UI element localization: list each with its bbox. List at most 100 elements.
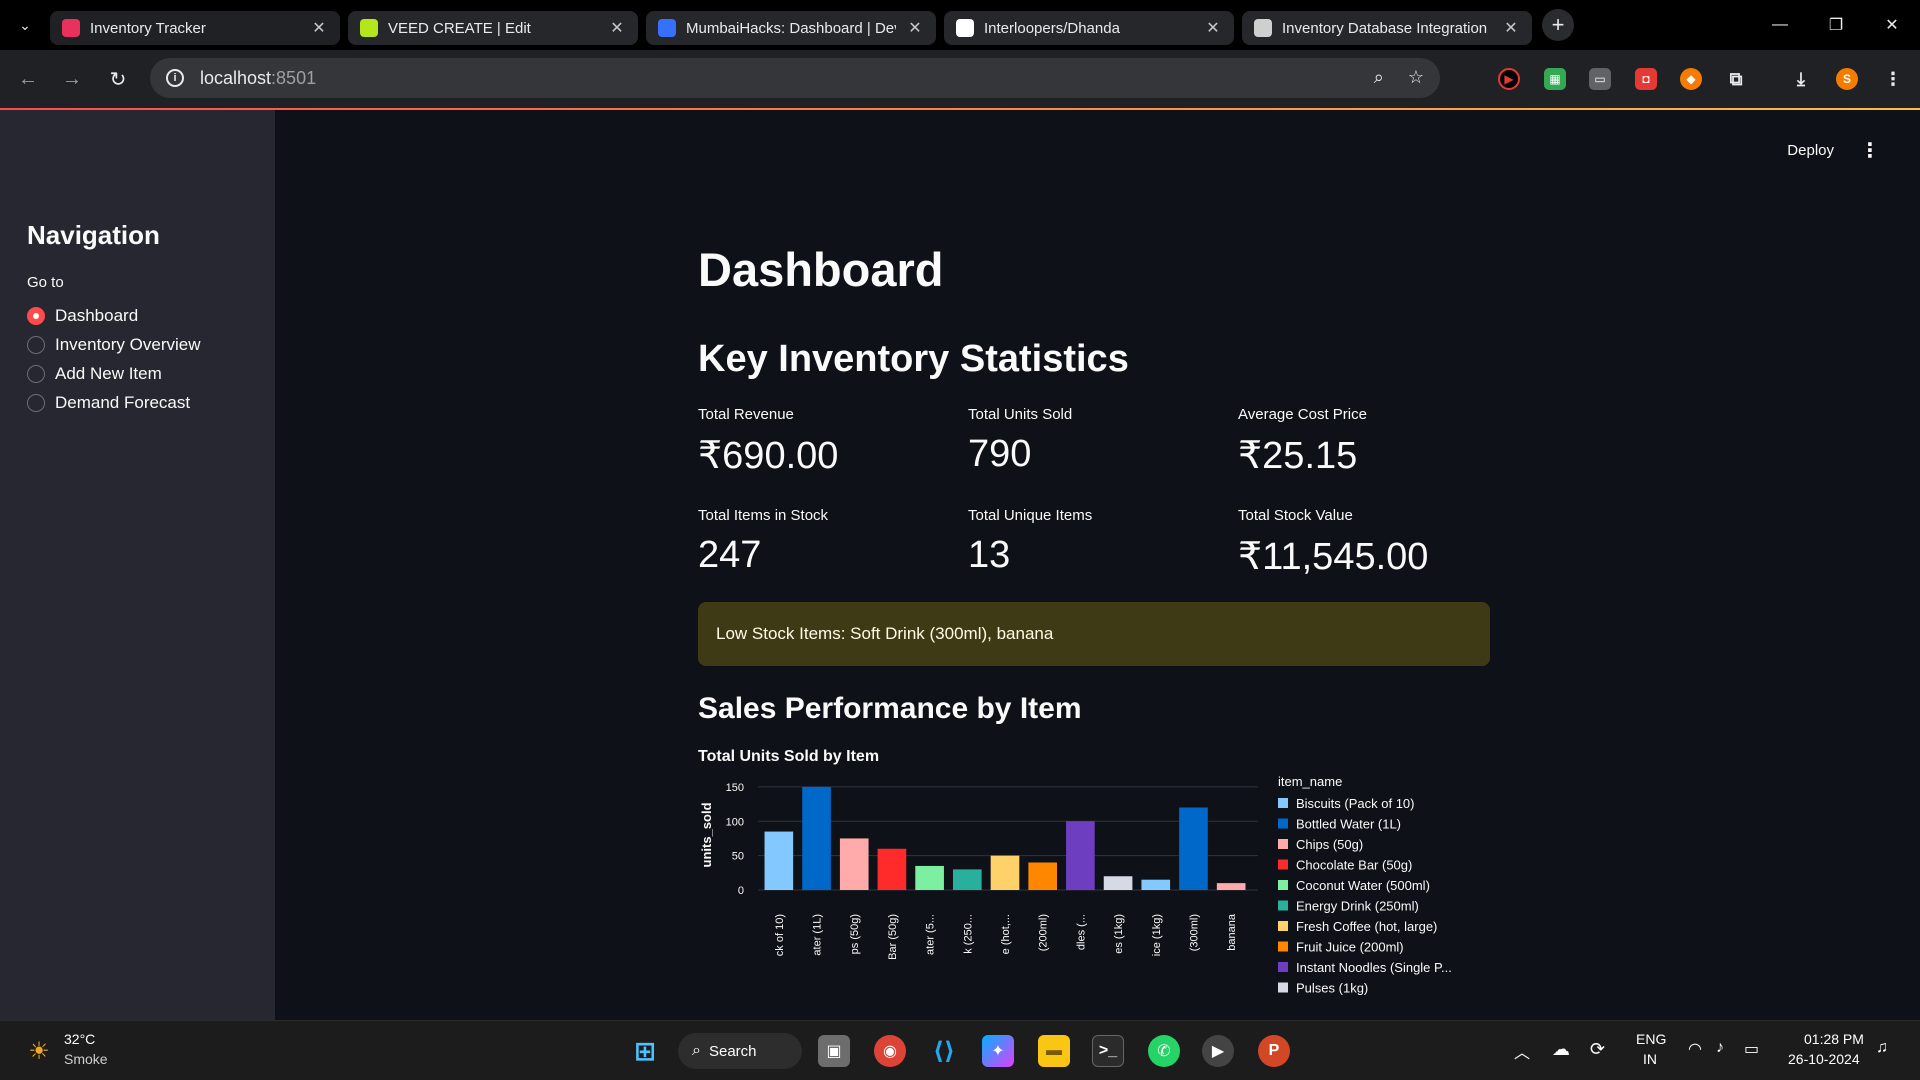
- sheets-extension-icon[interactable]: ▦: [1544, 68, 1566, 90]
- browser-tab[interactable]: VEED CREATE | Edit ✕: [348, 11, 638, 45]
- volume-icon[interactable]: ♪: [1716, 1039, 1724, 1057]
- clock-time[interactable]: 01:28 PM: [1804, 1031, 1864, 1047]
- battery-icon[interactable]: ▭: [1744, 1039, 1759, 1059]
- x-tick-label: e (hot,...: [1000, 914, 1012, 954]
- bookmark-star-icon[interactable]: ☆: [1408, 67, 1424, 88]
- sidebar-radio-option[interactable]: Dashboard: [27, 306, 138, 326]
- sidebar-radio-option[interactable]: Demand Forecast: [27, 393, 190, 413]
- deploy-button[interactable]: Deploy: [1787, 142, 1834, 159]
- legend-swatch: [1278, 798, 1288, 808]
- profile-avatar[interactable]: S: [1836, 68, 1858, 90]
- chrome-icon[interactable]: ◉: [874, 1035, 906, 1067]
- tab-title: MumbaiHacks: Dashboard | Dev: [686, 19, 896, 37]
- close-tab-icon[interactable]: ✕: [906, 18, 924, 38]
- browser-tab[interactable]: Inventory Tracker ✕: [50, 11, 340, 45]
- tab-strip: ⌄ Inventory Tracker ✕ VEED CREATE | Edit ✕ M…: [0, 0, 1920, 50]
- media-player-icon[interactable]: ▶: [1202, 1035, 1234, 1067]
- copilot-icon[interactable]: ✦: [982, 1035, 1014, 1067]
- legend-swatch: [1278, 921, 1288, 931]
- back-arrow-icon[interactable]: ←: [6, 57, 50, 101]
- download-icon[interactable]: ⤓: [1790, 68, 1812, 90]
- bar: [1066, 821, 1095, 890]
- legend-swatch: [1278, 982, 1288, 993]
- extensions-puzzle-icon[interactable]: ⧉: [1725, 68, 1747, 90]
- vscode-icon[interactable]: ⟨⟩: [928, 1035, 960, 1067]
- bar: [915, 865, 944, 890]
- legend-swatch: [1278, 962, 1288, 972]
- wifi-icon[interactable]: ◠: [1688, 1039, 1702, 1059]
- weather-temp[interactable]: 32°C: [64, 1031, 95, 1047]
- onedrive-cloud-icon[interactable]: ☁: [1552, 1039, 1570, 1060]
- lang-bottom[interactable]: IN: [1643, 1051, 1657, 1067]
- extension-orange-icon[interactable]: ◆: [1680, 68, 1702, 90]
- radio-label: Dashboard: [55, 306, 139, 325]
- close-tab-icon[interactable]: ✕: [1204, 18, 1222, 38]
- browser-menu-icon[interactable]: ⋮: [1882, 68, 1904, 90]
- clock-date[interactable]: 26-10-2024: [1788, 1051, 1860, 1067]
- minimize-icon[interactable]: —: [1752, 0, 1808, 50]
- close-tab-icon[interactable]: ✕: [310, 18, 328, 38]
- sales-header: Sales Performance by Item: [698, 692, 1082, 725]
- bar: [839, 838, 869, 890]
- windows-start-icon[interactable]: ⊞: [629, 1035, 661, 1067]
- x-tick-label: es (1kg): [1113, 914, 1125, 954]
- file-explorer-icon[interactable]: ▬: [1038, 1035, 1070, 1067]
- whatsapp-icon[interactable]: ✆: [1148, 1035, 1180, 1067]
- lang-top[interactable]: ENG: [1636, 1031, 1666, 1047]
- bar: [877, 848, 907, 890]
- x-tick-label: ck of 10): [774, 914, 786, 956]
- close-tab-icon[interactable]: ✕: [608, 18, 626, 38]
- metric-label: Total Unique Items: [968, 507, 1093, 524]
- reload-icon[interactable]: ↻: [96, 57, 140, 101]
- radio-button[interactable]: [27, 394, 45, 412]
- radio-label: Demand Forecast: [55, 393, 191, 412]
- main-menu-icon[interactable]: ⋮: [1860, 138, 1880, 163]
- close-window-icon[interactable]: ✕: [1864, 0, 1920, 50]
- site-info-icon[interactable]: i: [166, 69, 184, 87]
- extension-icon[interactable]: ▭: [1589, 68, 1611, 90]
- sidebar-radio-option[interactable]: Add New Item: [27, 364, 162, 384]
- zoom-icon[interactable]: ⌕: [1374, 67, 1384, 88]
- browser-tab[interactable]: Interloopers/Dhanda ✕: [944, 11, 1234, 45]
- low-stock-alert: Low Stock Items: Soft Drink (300ml), ban…: [698, 602, 1490, 666]
- units-sold-bar-chart[interactable]: 0 50 100 150 units_soldck of 10) ater (1L) ps …: [698, 770, 1490, 1020]
- legend-swatch: [1278, 818, 1288, 829]
- forward-arrow-icon[interactable]: →: [50, 57, 94, 101]
- tray-chevron-icon[interactable]: ︿: [1514, 1039, 1530, 1063]
- y-axis-label: units_sold: [699, 802, 714, 867]
- address-bar[interactable]: i localhost:8501 ⌕ ☆: [150, 58, 1440, 98]
- metric-card: Total Stock Value ₹11,545.00: [1238, 507, 1490, 579]
- terminal-icon[interactable]: >_: [1092, 1035, 1124, 1067]
- metric-card: Total Items in Stock 247: [698, 507, 958, 577]
- taskbar-search[interactable]: ⌕ Search: [678, 1033, 802, 1069]
- sidebar-radio-option[interactable]: Inventory Overview: [27, 335, 201, 355]
- tab-search-chevron-icon[interactable]: ⌄: [0, 0, 50, 50]
- devfolio-icon: [658, 19, 676, 37]
- metric-label: Total Units Sold: [968, 406, 1073, 423]
- bar: [1028, 862, 1058, 890]
- weather-sun-icon[interactable]: ☀: [22, 1037, 56, 1065]
- sync-icon[interactable]: ⟳: [1590, 1039, 1605, 1060]
- radio-button[interactable]: [27, 336, 45, 354]
- screen-recorder-icon[interactable]: ▶: [1498, 68, 1520, 90]
- browser-tab[interactable]: Inventory Database Integration ✕: [1242, 11, 1532, 45]
- browser-tab[interactable]: MumbaiHacks: Dashboard | Dev ✕: [646, 11, 936, 45]
- tab-title: Inventory Tracker: [90, 19, 206, 37]
- y-tick-label: 100: [726, 816, 744, 828]
- notification-bell-icon[interactable]: ♫: [1876, 1039, 1888, 1057]
- legend-swatch: [1278, 859, 1288, 870]
- powerpoint-icon[interactable]: P: [1258, 1035, 1290, 1067]
- metric-card: Total Revenue ₹690.00: [698, 406, 958, 478]
- radio-button[interactable]: [27, 307, 45, 325]
- weather-desc[interactable]: Smoke: [64, 1051, 108, 1067]
- new-tab-button[interactable]: +: [1542, 9, 1574, 41]
- radio-button[interactable]: [27, 365, 45, 383]
- task-view-icon[interactable]: ▣: [818, 1035, 850, 1067]
- pocket-icon[interactable]: ◘: [1635, 68, 1657, 90]
- veed-icon: [360, 19, 378, 37]
- close-tab-icon[interactable]: ✕: [1502, 18, 1520, 38]
- metric-card: Total Units Sold 790: [968, 406, 1228, 476]
- restore-icon[interactable]: ❐: [1808, 0, 1864, 50]
- stats-header: Key Inventory Statistics: [698, 338, 1129, 380]
- x-tick-label: Bar (50g): [887, 914, 899, 960]
